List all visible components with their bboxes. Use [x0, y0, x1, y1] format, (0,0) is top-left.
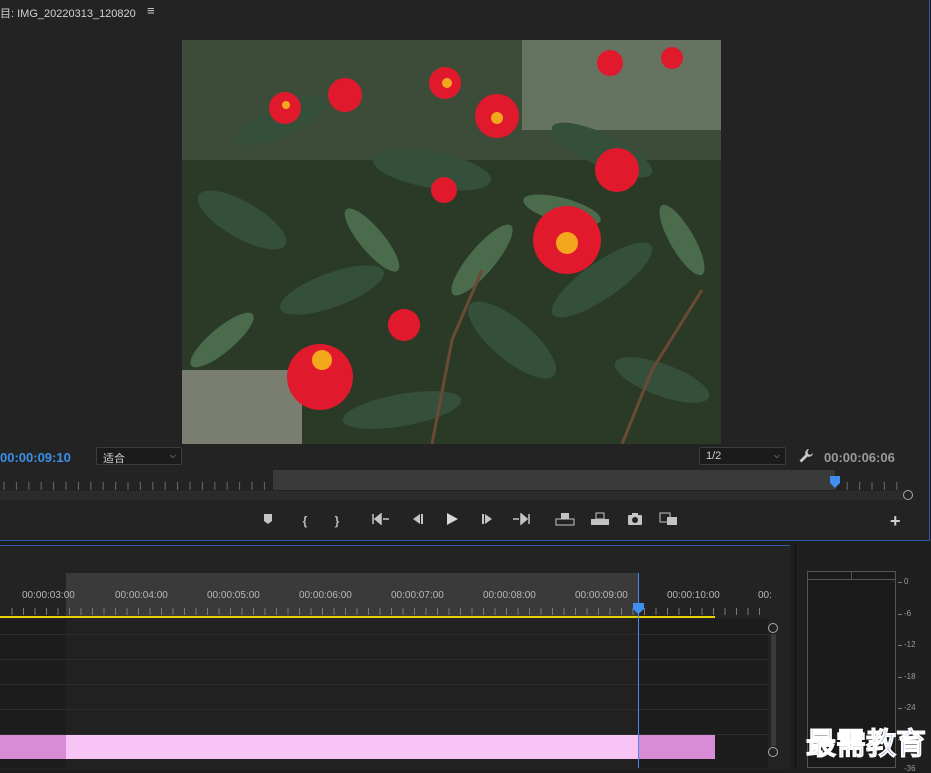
- ruler-label: 00:00:09:00: [575, 590, 628, 601]
- chevron-down-icon: ⌵: [169, 451, 176, 460]
- db-label: 0: [904, 577, 909, 586]
- monitor-title[interactable]: 目: IMG_20220313_120820: [0, 5, 136, 21]
- db-tick: [898, 582, 902, 583]
- duration-timecode: 00:00:06:06: [824, 450, 895, 465]
- playback-resolution-dropdown[interactable]: 1/2 ⌵: [699, 447, 786, 465]
- scroll-handle-bottom[interactable]: [768, 747, 778, 757]
- work-area-bar[interactable]: [0, 616, 715, 618]
- track-divider: [0, 709, 768, 710]
- scroll-track[interactable]: [771, 634, 776, 746]
- mark-out-icon[interactable]: }: [328, 512, 346, 530]
- timeline-playhead-icon[interactable]: [633, 603, 644, 614]
- ruler-label: 00:00:06:00: [299, 590, 352, 601]
- timeline-vertical-scrollbar[interactable]: [768, 620, 778, 760]
- zoom-fit-value: 适合: [103, 453, 125, 465]
- zoom-fit-dropdown[interactable]: 适合 ⌵: [96, 447, 182, 465]
- playback-resolution-value: 1/2: [706, 450, 722, 462]
- db-label: -24: [904, 703, 916, 712]
- video-preview: [182, 40, 721, 444]
- timeline-ruler-ticks[interactable]: [0, 604, 768, 616]
- video-clip[interactable]: [638, 735, 715, 759]
- ruler-label: 00:00:04:00: [115, 590, 168, 601]
- add-marker-icon[interactable]: [259, 512, 277, 530]
- ruler-label: 00:00:05:00: [207, 590, 260, 601]
- comparison-view-icon[interactable]: [659, 512, 679, 530]
- zoom-handle[interactable]: [903, 490, 913, 500]
- ruler-label: 00:: [758, 590, 772, 601]
- in-out-range[interactable]: [273, 470, 835, 490]
- video-clip-selected[interactable]: [66, 735, 638, 759]
- lift-icon[interactable]: [555, 512, 575, 530]
- meter-channel-divider: [851, 571, 852, 579]
- playhead-timecode[interactable]: 00:00:09:10: [0, 450, 71, 465]
- go-to-in-icon[interactable]: [372, 512, 390, 530]
- camera-icon[interactable]: [626, 512, 644, 530]
- db-label: -6: [904, 609, 912, 618]
- monitor-playhead-icon[interactable]: [830, 476, 840, 488]
- ruler-label: 00:00:03:00: [22, 590, 75, 601]
- db-tick: [898, 645, 902, 646]
- scroll-handle-top[interactable]: [768, 623, 778, 633]
- step-forward-icon[interactable]: [479, 512, 497, 530]
- step-back-icon[interactable]: [408, 512, 426, 530]
- db-label: -12: [904, 640, 916, 649]
- db-label: -18: [904, 672, 916, 681]
- panel-menu-icon[interactable]: ≡: [147, 3, 155, 18]
- meter-peak-row: [807, 579, 896, 580]
- db-tick: [898, 614, 902, 615]
- extract-icon[interactable]: [590, 512, 610, 530]
- db-tick: [898, 677, 902, 678]
- chevron-down-icon: ⌵: [773, 451, 780, 460]
- monitor-zoom-scrollbar[interactable]: [0, 491, 905, 500]
- wrench-icon[interactable]: [798, 448, 814, 464]
- mark-in-icon[interactable]: {: [296, 512, 314, 530]
- button-editor-plus-icon[interactable]: +: [890, 511, 901, 532]
- db-label: -36: [904, 764, 916, 773]
- watermark-logo: 最需教育: [806, 727, 927, 763]
- track-divider: [0, 684, 768, 685]
- camellia-photo: [182, 40, 721, 444]
- go-to-out-icon[interactable]: [512, 512, 530, 530]
- ruler-label: 00:00:07:00: [391, 590, 444, 601]
- video-clip[interactable]: [0, 735, 66, 759]
- play-icon[interactable]: [443, 512, 461, 530]
- track-divider: [0, 634, 768, 635]
- db-tick: [898, 708, 902, 709]
- ruler-label: 00:00:08:00: [483, 590, 536, 601]
- track-divider: [0, 659, 768, 660]
- ruler-label: 00:00:10:00: [667, 590, 720, 601]
